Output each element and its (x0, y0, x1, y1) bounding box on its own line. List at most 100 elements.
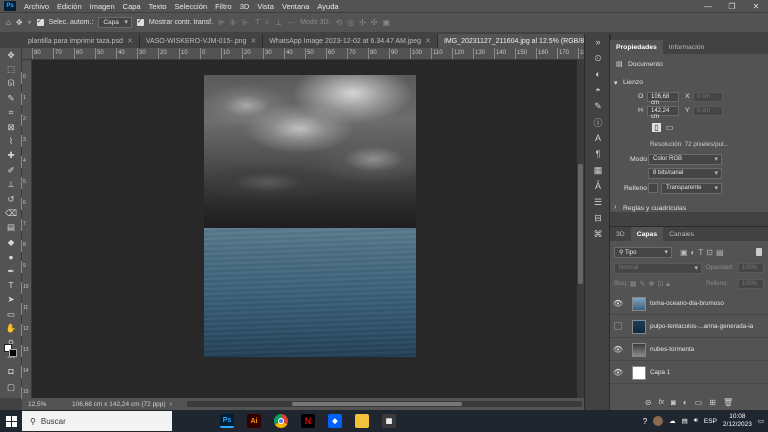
photoshop-logo[interactable]: Ps (4, 1, 16, 11)
chevron-right-icon[interactable]: › (614, 204, 616, 211)
layer-row[interactable]: 👁︎ toma-oceano-dia-brumoso (610, 293, 768, 315)
swatches-icon[interactable]: ▦ (585, 162, 611, 178)
new-group-icon[interactable]: ▭ (695, 398, 703, 407)
tab-informacion[interactable]: Información (663, 40, 711, 54)
network-icon[interactable]: ▤ (682, 417, 688, 425)
weather-icon[interactable]: ☁ (669, 417, 676, 425)
eye-hidden-box[interactable] (610, 321, 626, 332)
height-field[interactable]: 142,24 cm (647, 106, 679, 120)
scroll-thumb[interactable] (578, 164, 583, 284)
y-field[interactable]: 0 cm (693, 106, 723, 116)
taskbar-chrome[interactable] (270, 410, 292, 432)
align-center-icon[interactable]: ⊪ (230, 18, 237, 27)
menu-capa[interactable]: Capa (119, 2, 145, 11)
menu-filtro[interactable]: Filtro (211, 2, 236, 11)
ocean-image[interactable] (204, 228, 416, 357)
layer-filter-dropdown[interactable]: ⚲ Tipo (614, 247, 672, 258)
menu-ayuda[interactable]: Ayuda (313, 2, 342, 11)
bit-depth-dropdown[interactable]: 8 bits/canal (648, 168, 722, 179)
minimize-button[interactable]: — (696, 2, 720, 11)
close-tab-icon[interactable]: ✕ (425, 37, 431, 45)
marquee-tool-icon[interactable]: ⬚ (0, 62, 22, 76)
lasso-tool-icon[interactable]: ᘏ (0, 77, 22, 91)
slide-3d-icon[interactable]: ✣ (371, 18, 378, 27)
menu-3d[interactable]: 3D (236, 2, 254, 11)
auto-select-dropdown[interactable]: Capa (98, 17, 132, 28)
align-left-icon[interactable]: ⊫ (218, 18, 225, 27)
gradient-tool-icon[interactable]: ▤ (0, 221, 22, 235)
menu-vista[interactable]: Vista (253, 2, 278, 11)
orbit-3d-icon[interactable]: ⟲ (335, 18, 342, 27)
taskbar-file-explorer[interactable] (351, 410, 373, 432)
notifications-icon[interactable]: ▭ (758, 417, 764, 425)
distribute-icon[interactable]: ⋯ (287, 18, 295, 27)
home-icon[interactable]: ⌂ (6, 18, 11, 27)
layer-row[interactable]: 👁︎ nubes-tormenta (610, 339, 768, 361)
tab-3d[interactable]: 3D (610, 227, 631, 241)
taskbar-dropbox[interactable]: ◆ (324, 410, 346, 432)
glyphs-icon[interactable]: Ȃ (585, 178, 611, 194)
width-field[interactable]: 106,68 cm (647, 92, 679, 106)
tab-canales[interactable]: Canales (663, 227, 700, 241)
menu-imagen[interactable]: Imagen (86, 2, 119, 11)
storm-clouds-image[interactable] (204, 75, 416, 228)
info-icon[interactable]: ⓘ (585, 114, 611, 130)
color-mode-dropdown[interactable]: Color RGB (648, 154, 722, 165)
layer-row[interactable]: pulpo-tentaculos-...arina-generada-ia (610, 316, 768, 338)
align-top-icon[interactable]: ⊤ (254, 18, 261, 27)
link-layers-icon[interactable]: ⊝ (645, 398, 652, 407)
align-middle-icon[interactable]: ⊦ (266, 18, 270, 27)
scroll-thumb[interactable] (292, 402, 462, 406)
vertical-ruler[interactable]: 0 1 2 3 4 5 6 7 8 9 10 11 12 13 14 15 (20, 60, 32, 399)
tab-propiedades[interactable]: Propiedades (610, 40, 663, 54)
delete-layer-icon[interactable]: 🗑︎ (723, 398, 733, 407)
taskbar-netflix[interactable]: N (297, 410, 319, 432)
vertical-scrollbar[interactable] (577, 60, 584, 398)
help-icon[interactable]: ? (643, 417, 647, 426)
eyedropper-tool-icon[interactable]: ⌇ (0, 134, 22, 148)
move-tool-icon[interactable]: ✥ (0, 48, 22, 62)
quick-select-tool-icon[interactable]: ✎ (0, 91, 22, 105)
blend-mode-dropdown[interactable]: Normal (614, 263, 702, 274)
filter-icons[interactable]: ▣◐T⊡▤ (680, 248, 727, 257)
character-icon[interactable]: A (585, 130, 611, 146)
frame-tool-icon[interactable]: ⊠ (0, 120, 22, 134)
layer-row[interactable]: 👁︎ Capa 1 (610, 362, 768, 384)
hand-tool-icon[interactable]: ✋ (0, 321, 22, 335)
eye-icon[interactable]: 👁︎ (610, 299, 626, 308)
align-right-icon[interactable]: ⊩ (242, 18, 249, 27)
collapse-panels-icon[interactable]: » (585, 34, 611, 50)
quick-mask-icon[interactable]: ◘ (0, 364, 22, 378)
history-brush-tool-icon[interactable]: ↺ (0, 192, 22, 206)
tab-capas[interactable]: Capas (630, 227, 664, 241)
align-bottom-icon[interactable]: ⊥ (275, 18, 282, 27)
move-tool-icon[interactable]: ✥ (16, 18, 23, 27)
paragraph-icon[interactable]: ¶ (585, 146, 611, 162)
camera-3d-icon[interactable]: ▣ (383, 18, 391, 27)
add-mask-icon[interactable]: ◙ (671, 398, 676, 407)
menu-archivo[interactable]: Archivo (20, 2, 53, 11)
screen-mode-icon[interactable]: ▢ (0, 380, 22, 394)
type-tool-icon[interactable]: T (0, 278, 22, 292)
portrait-orientation-icon[interactable]: ▯ (652, 123, 661, 132)
close-tab-icon[interactable]: ✕ (127, 37, 133, 45)
menu-texto[interactable]: Texto (145, 2, 171, 11)
auto-select-checkbox[interactable] (36, 17, 44, 26)
brush-settings-icon[interactable]: ✎ (585, 98, 611, 114)
roll-3d-icon[interactable]: ◎ (347, 18, 354, 27)
clone-stamp-tool-icon[interactable]: ⊥ (0, 178, 22, 192)
close-button[interactable]: ✕ (744, 2, 768, 11)
libraries-icon[interactable]: ⊟ (585, 210, 611, 226)
tab-whatsapp-image[interactable]: WhatsApp Image 2023-12-02 at 6.34.47 AM.… (263, 34, 438, 48)
dodge-tool-icon[interactable]: ● (0, 249, 22, 263)
layer-name[interactable]: toma-oceano-dia-brumoso (650, 300, 724, 307)
healing-brush-tool-icon[interactable]: ✚ (0, 149, 22, 163)
layer-name[interactable]: Capa 1 (650, 369, 670, 376)
x-field[interactable]: 0 cm (693, 92, 723, 102)
layer-style-icon[interactable]: fx (659, 399, 664, 406)
blur-tool-icon[interactable]: ◆ (0, 235, 22, 249)
menu-edicion[interactable]: Edición (53, 2, 86, 11)
opacity-field[interactable]: 100% (738, 263, 764, 273)
windows-start-button[interactable] (0, 410, 22, 432)
restore-button[interactable]: ❐ (720, 2, 744, 11)
